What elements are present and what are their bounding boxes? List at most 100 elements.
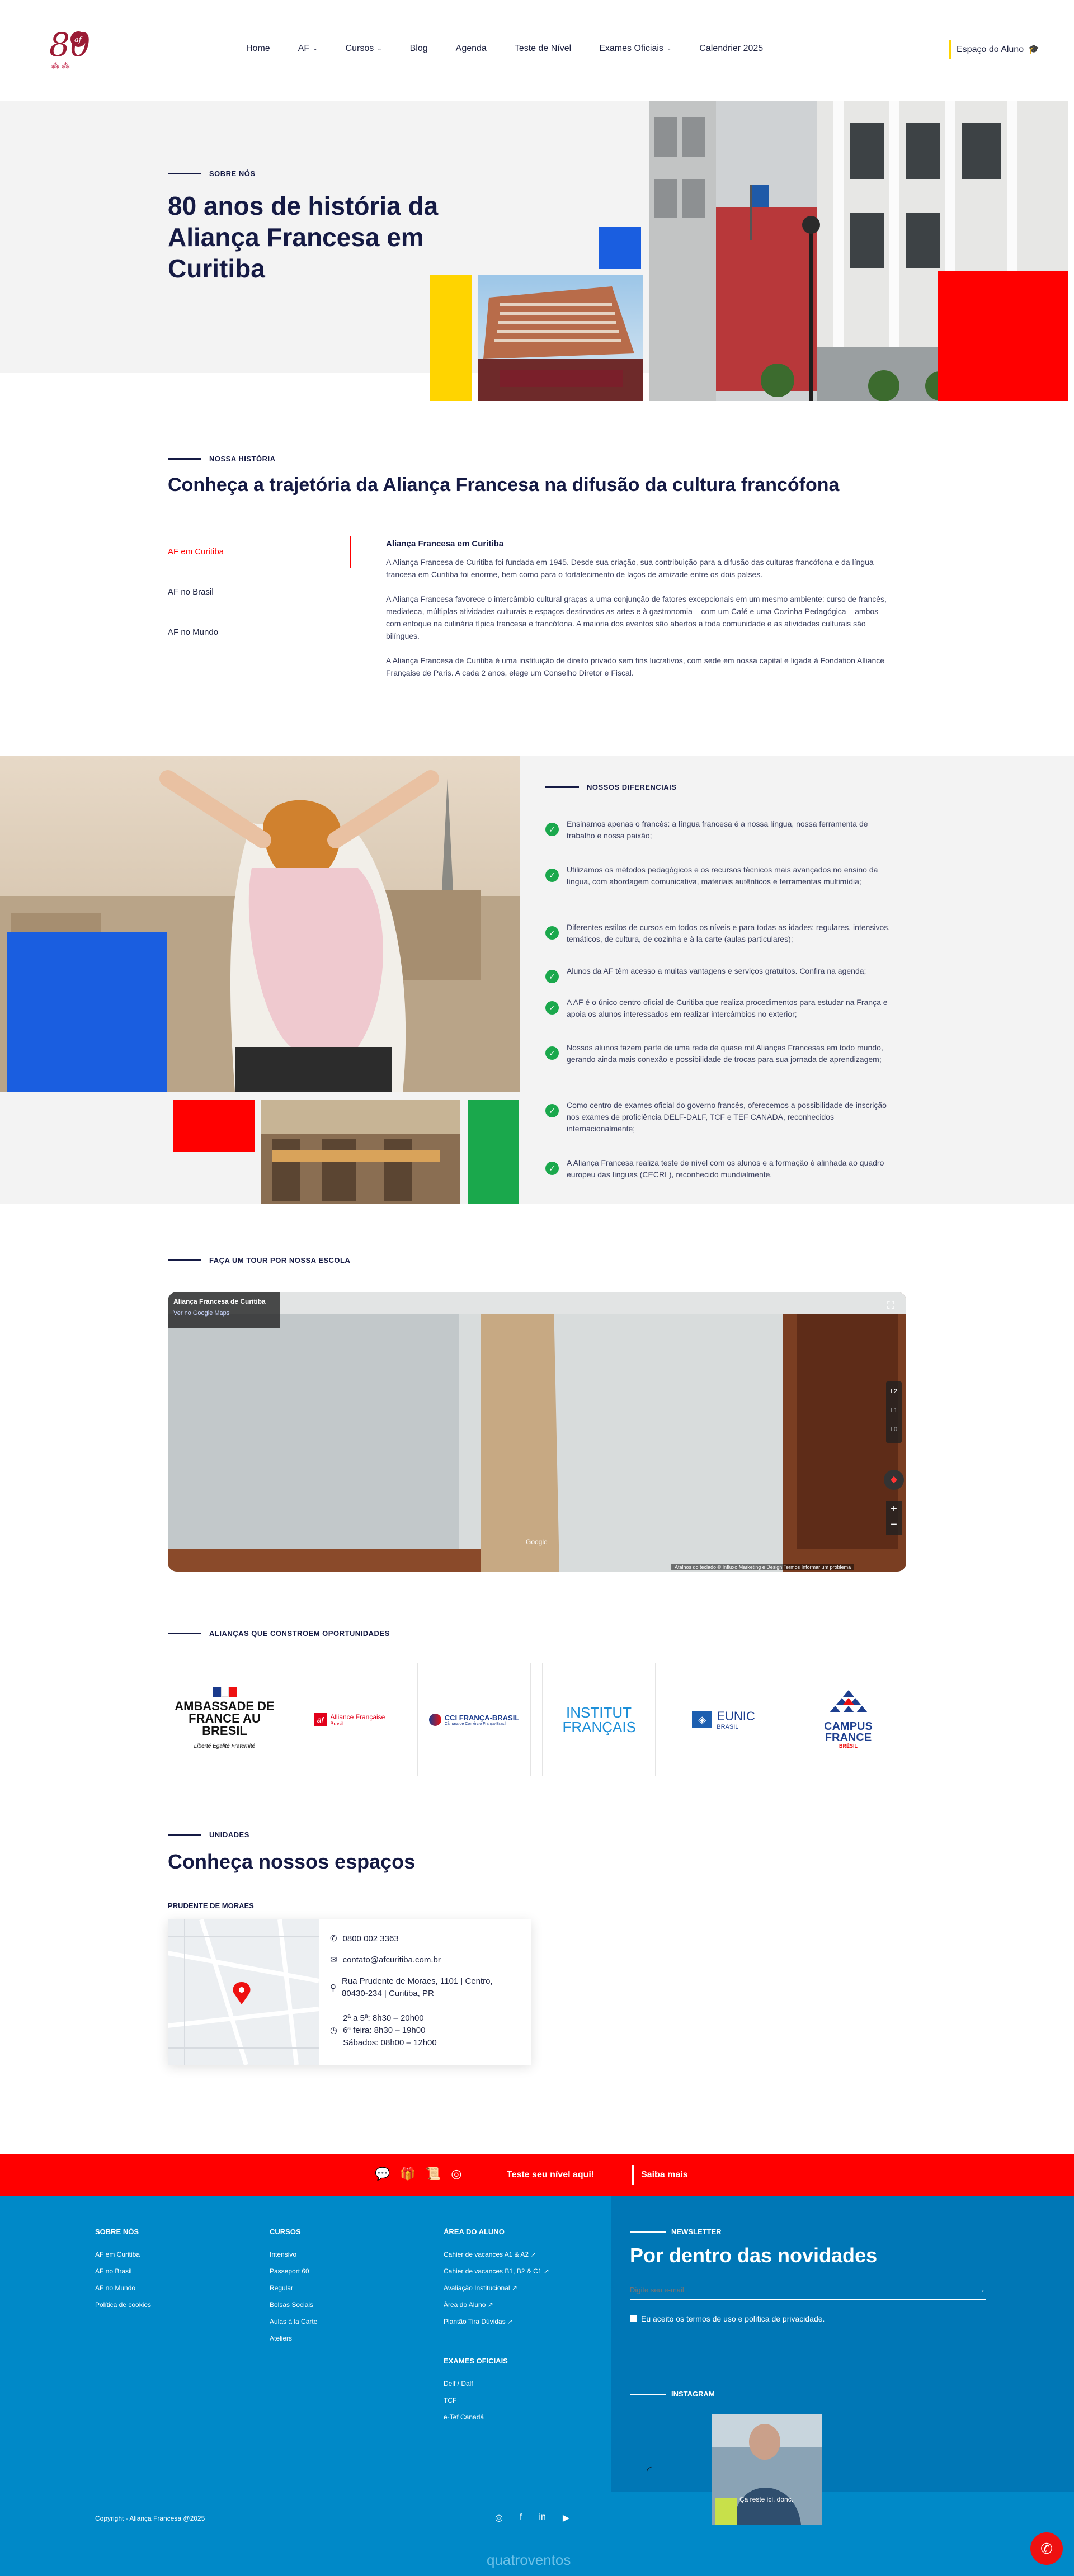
certificate-icon: 📜 xyxy=(425,2167,441,2181)
redbar-icons: 💬 🎁 📜 ◎ xyxy=(375,2167,461,2181)
history-paragraph: A Aliança Francesa de Curitiba é uma ins… xyxy=(386,656,885,677)
whatsapp-icon: ✆ xyxy=(1040,2540,1053,2557)
nav-home[interactable]: Home xyxy=(246,44,270,54)
history-title: Conheça a trajetória da Aliança Francesa… xyxy=(168,474,840,496)
learn-more-link[interactable]: Saiba mais xyxy=(641,2170,688,2180)
location-pin-icon: ⚲ xyxy=(330,1983,336,1993)
graduation-cap-icon: 🎓 xyxy=(1028,45,1040,54)
nav-exames[interactable]: Exames Oficiais ⌄ xyxy=(599,44,671,54)
nav-af[interactable]: AF ⌄ xyxy=(298,44,318,54)
footer-link[interactable]: Ateliers xyxy=(270,2334,292,2342)
linkedin-icon[interactable]: in xyxy=(539,2512,545,2523)
tab-af-curitiba[interactable]: AF em Curitiba xyxy=(168,547,224,556)
gift-icon: 🎁 xyxy=(400,2167,416,2181)
level-test-bar: 💬 🎁 📜 ◎ Teste seu nível aqui! Saiba mais xyxy=(0,2154,1074,2196)
partner-logo[interactable]: af Alliance Française Brasil xyxy=(293,1663,406,1776)
newsletter-panel xyxy=(611,2196,1074,2363)
compass-icon[interactable]: ◆ xyxy=(884,1470,904,1490)
chevron-down-icon: ⌄ xyxy=(313,45,318,52)
footer-link[interactable]: Área do Aluno ↗ xyxy=(444,2301,493,2309)
differentials-eyebrow: NOSSOS DIFERENCIAIS xyxy=(545,783,676,791)
clock-icon: ◷ xyxy=(330,2026,338,2035)
footer-link[interactable]: Passeport 60 xyxy=(270,2267,309,2275)
history-content-title: Aliança Francesa em Curitiba xyxy=(386,539,504,549)
target-icon: ◎ xyxy=(451,2167,462,2181)
nav-agenda[interactable]: Agenda xyxy=(456,44,487,54)
partner-logo[interactable]: CAMPUS FRANCE BRÉSIL xyxy=(792,1663,905,1776)
maps-link[interactable]: Ver no Google Maps xyxy=(173,1310,274,1317)
newsletter-email-field[interactable]: → xyxy=(630,2281,986,2300)
insta-caption: Ça reste ici, donc. xyxy=(739,2495,794,2503)
footer-col-title: CURSOS xyxy=(270,2228,301,2236)
email-input[interactable] xyxy=(630,2286,943,2294)
footer-col-title: SOBRE NÓS xyxy=(95,2228,139,2236)
unit-name: PRUDENTE DE MORAES xyxy=(168,1902,254,1910)
youtube-icon[interactable]: ▶ xyxy=(563,2512,569,2523)
list-item: ✓ Ensinamos apenas o francês: a língua fr… xyxy=(545,818,892,842)
facebook-icon[interactable]: f xyxy=(520,2512,522,2523)
footer-link[interactable]: Delf / Dalf xyxy=(444,2380,473,2388)
student-area-link[interactable]: Espaço do Aluno 🎓 xyxy=(949,40,1039,59)
footer-link[interactable]: Cahier de vacances A1 & A2 ↗ xyxy=(444,2251,536,2258)
footer-link[interactable]: Plantão Tira Dúvidas ↗ xyxy=(444,2318,513,2325)
footer-link[interactable]: Avaliação Institucional ↗ xyxy=(444,2284,517,2292)
footer-link[interactable]: Cahier de vacances B1, B2 & C1 ↗ xyxy=(444,2267,549,2275)
nav-blog[interactable]: Blog xyxy=(410,44,428,54)
site-header: 80 af ⁂ ⁂ Home AF ⌄ Cursos ⌄ Blog Agenda T… xyxy=(0,0,1074,101)
instagram-post[interactable]: Ça reste ici, donc. xyxy=(712,2414,822,2525)
tab-af-brasil[interactable]: AF no Brasil xyxy=(168,587,214,597)
footer-link[interactable]: Bolsas Sociais xyxy=(270,2301,313,2309)
green-bar xyxy=(468,1100,519,1204)
history-paragraph: A Aliança Francesa favorece o intercâmbi… xyxy=(386,595,887,640)
paris-street-photo xyxy=(261,1100,460,1204)
check-icon: ✓ xyxy=(545,1162,559,1175)
footer-link[interactable]: AF no Brasil xyxy=(95,2267,131,2275)
footer-link[interactable]: Política de cookies xyxy=(95,2301,151,2309)
unit-email[interactable]: ✉ contato@afcuritiba.com.br xyxy=(330,1954,441,1966)
list-item: ✓ Utilizamos os métodos pedagógicos e os … xyxy=(545,864,892,888)
footer-link[interactable]: AF em Curitiba xyxy=(95,2251,140,2258)
nav-calendrier[interactable]: Calendrier 2025 xyxy=(699,44,763,54)
partner-logo[interactable]: AMBASSADE DE FRANCE AU BRESIL Liberté Ég… xyxy=(168,1663,281,1776)
unit-phone[interactable]: ✆ 0800 002 3363 xyxy=(330,1933,399,1945)
place-card: Aliança Francesa de Curitiba Ver no Goog… xyxy=(168,1292,280,1328)
arrow-right-icon[interactable]: → xyxy=(977,2285,986,2295)
nav-cursos[interactable]: Cursos ⌄ xyxy=(346,44,382,54)
check-icon: ✓ xyxy=(545,1104,559,1117)
fullscreen-icon[interactable]: ⛶ xyxy=(887,1300,901,1313)
footer-link[interactable]: Intensivo xyxy=(270,2251,296,2258)
footer-col-title: ÁREA DO ALUNO xyxy=(444,2228,505,2236)
units-title: Conheça nossos espaços xyxy=(168,1850,416,1873)
partner-logo[interactable]: ◈ EUNIC BRASIL xyxy=(667,1663,780,1776)
street-view-embed[interactable]: Aliança Francesa de Curitiba Ver no Goog… xyxy=(168,1292,906,1572)
footer-link[interactable]: e-Tef Canadá xyxy=(444,2413,484,2421)
mail-icon: ✉ xyxy=(330,1955,337,1965)
check-icon: ✓ xyxy=(545,1046,559,1060)
chat-icon: 💬 xyxy=(375,2167,390,2181)
nav-teste-nivel[interactable]: Teste de Nível xyxy=(515,44,571,54)
checkbox[interactable] xyxy=(630,2315,637,2322)
footer-link[interactable]: Regular xyxy=(270,2284,293,2292)
partner-logo[interactable]: INSTITUT FRANÇAIS xyxy=(542,1663,656,1776)
zoom-controls[interactable]: + − xyxy=(886,1501,902,1535)
external-link-icon: ↗ xyxy=(511,2284,517,2292)
credit-logo[interactable]: quatroventos xyxy=(487,2551,571,2569)
footer-link[interactable]: TCF xyxy=(444,2396,456,2404)
list-item: ✓ A AF é o único centro oficial de Curiti… xyxy=(545,997,892,1020)
terms-checkbox[interactable]: Eu aceito os termos de uso e política de… xyxy=(630,2314,825,2323)
site-logo[interactable]: 80 af ⁂ ⁂ xyxy=(49,22,100,78)
external-link-icon: ↗ xyxy=(487,2301,493,2309)
check-icon: ✓ xyxy=(545,1001,559,1015)
unit-map[interactable] xyxy=(167,1918,319,2066)
footer-link[interactable]: Aulas à la Carte xyxy=(270,2318,317,2325)
history-content: Aliança Francesa em Curitiba A Aliança F… xyxy=(386,538,889,691)
level-test-cta[interactable]: Teste seu nível aqui! xyxy=(507,2170,594,2180)
partner-logo[interactable]: CCI FRANÇA-BRASIL Câmara de Comércio Fran… xyxy=(417,1663,531,1776)
footer-link[interactable]: AF no Mundo xyxy=(95,2284,135,2292)
tab-af-mundo[interactable]: AF no Mundo xyxy=(168,628,218,637)
floor-selector[interactable]: L2 L1 L0 xyxy=(886,1381,902,1443)
instagram-icon[interactable]: ◎ xyxy=(495,2512,503,2523)
partners-eyebrow: ALIANÇAS QUE CONSTROEM OPORTUNIDADES xyxy=(168,1629,390,1638)
yellow-bar xyxy=(430,275,472,401)
whatsapp-button[interactable]: ✆ xyxy=(1030,2532,1063,2565)
